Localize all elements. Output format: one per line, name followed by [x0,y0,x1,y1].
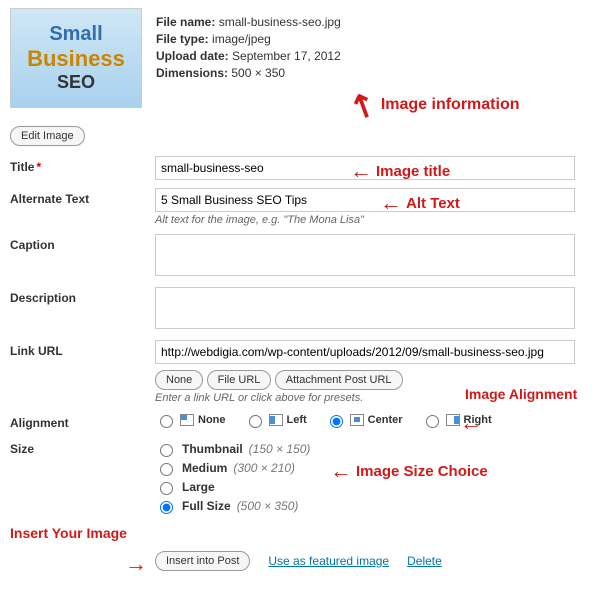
file-type-label: File type: [156,32,209,46]
align-right-icon [446,414,460,426]
file-name-value: small-business-seo.jpg [219,15,341,29]
link-file-button[interactable]: File URL [207,370,272,390]
alt-help: Alt text for the image, e.g. "The Mona L… [155,214,603,226]
size-medium-label: Medium [182,461,227,475]
annotation-arrow-icon: ← [460,410,482,436]
link-post-button[interactable]: Attachment Post URL [275,370,403,390]
annotation-alt-text: Alt Text [406,195,460,212]
caption-label: Caption [10,234,155,252]
align-left-icon [269,414,283,426]
title-label: Title [10,160,34,174]
dimensions-value: 500 × 350 [231,66,285,80]
align-none-icon [180,414,194,426]
size-thumbnail-dim: (150 × 150) [249,442,311,456]
size-full-radio[interactable] [160,501,173,514]
align-right-radio[interactable] [426,415,439,428]
annotation-arrow-icon: ← [380,190,402,216]
size-medium-radio[interactable] [160,463,173,476]
size-label: Size [10,438,155,456]
link-url-input[interactable] [155,340,575,364]
insert-into-post-button[interactable]: Insert into Post [155,551,250,571]
caption-input[interactable] [155,234,575,276]
annotation-insert-your-image: Insert Your Image [10,525,127,541]
annotation-arrow-icon: ← [330,458,352,484]
upload-date-label: Upload date: [156,49,229,63]
alt-label: Alternate Text [10,188,155,206]
dimensions-label: Dimensions: [156,66,228,80]
align-center-radio[interactable] [330,415,343,428]
thumb-line1: Small [49,23,102,46]
annotation-image-alignment: Image Alignment [465,386,577,402]
file-type-value: image/jpeg [212,32,271,46]
annotation-image-info: Image information [381,96,520,114]
upload-date-value: September 17, 2012 [232,49,341,63]
size-large-label: Large [182,480,215,494]
description-input[interactable] [155,287,575,329]
file-name-label: File name: [156,15,215,29]
annotation-arrow-icon: → [125,551,147,577]
align-center-icon [350,414,364,426]
thumb-line2: Business [27,46,125,72]
align-none-radio[interactable] [160,415,173,428]
link-url-label: Link URL [10,340,155,358]
size-full-label: Full Size [182,499,231,513]
link-none-button[interactable]: None [155,370,203,390]
alt-text-input[interactable] [155,188,575,212]
annotation-arrow-icon: ↖ [343,82,383,128]
thumb-line3: SEO [57,72,95,93]
annotation-arrow-icon: ← [350,158,372,184]
size-medium-dim: (300 × 210) [233,461,295,475]
size-full-dim: (500 × 350) [237,499,299,513]
thumbnail: Small Business SEO [10,8,142,108]
size-thumbnail-label: Thumbnail [182,442,243,456]
alignment-label: Alignment [10,412,155,430]
description-label: Description [10,287,155,305]
use-as-featured-link[interactable]: Use as featured image [268,554,389,568]
align-left-radio[interactable] [249,415,262,428]
align-center[interactable]: Center [325,412,403,428]
delete-link[interactable]: Delete [407,554,442,568]
align-left[interactable]: Left [244,412,307,428]
required-star: * [36,160,41,174]
annotation-image-size: Image Size Choice [356,463,488,480]
edit-image-button[interactable]: Edit Image [10,126,85,146]
annotation-image-title: Image title [376,163,450,180]
image-meta: File name: small-business-seo.jpg File t… [156,12,341,83]
size-thumbnail-radio[interactable] [160,444,173,457]
align-none[interactable]: None [155,412,226,428]
size-large-radio[interactable] [160,482,173,495]
